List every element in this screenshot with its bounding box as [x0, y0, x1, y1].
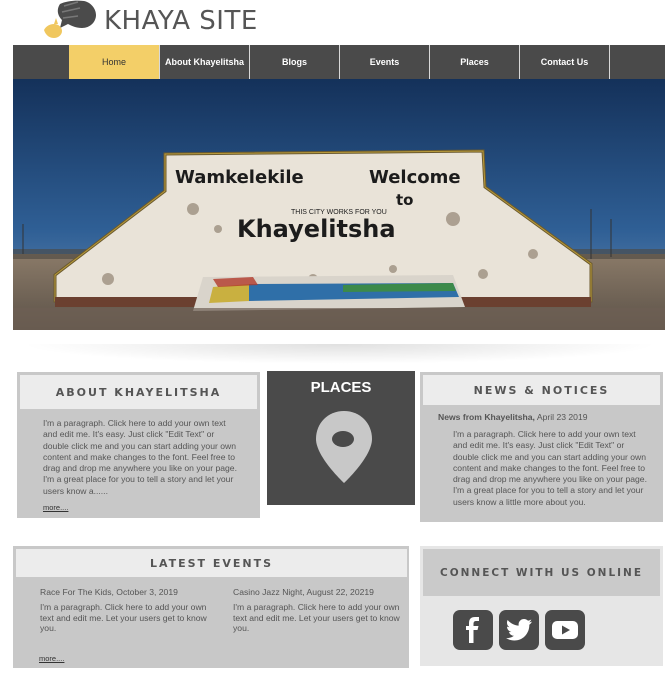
- news-card: NEWS & NOTICES News from Khayelitsha, Ap…: [420, 372, 663, 522]
- sign-text-main: Khayelitsha: [237, 215, 396, 243]
- events-heading: LATEST EVENTS: [16, 549, 407, 577]
- connect-card: CONNECT WITH US ONLINE: [420, 546, 663, 666]
- nav-item-home[interactable]: Home: [69, 45, 160, 79]
- sign-text-to: to: [396, 191, 413, 209]
- event-title: Casino Jazz Night, August 22, 20219: [233, 587, 374, 597]
- section-divider: [20, 344, 660, 364]
- news-source: News from Khayelitsha,: [438, 412, 535, 422]
- about-paragraph: I'm a paragraph. Click here to add your …: [43, 418, 237, 496]
- nav-item-blogs[interactable]: Blogs: [250, 45, 340, 79]
- event-item: Race For The Kids, October 3, 2019 I'm a…: [40, 587, 210, 634]
- connect-heading: CONNECT WITH US ONLINE: [423, 549, 660, 596]
- nav-item-events[interactable]: Events: [340, 45, 430, 79]
- about-heading: ABOUT KHAYELITSHA: [20, 375, 257, 409]
- events-card: LATEST EVENTS Race For The Kids, October…: [13, 546, 409, 668]
- sign-text-left: Wamkelekile: [175, 167, 304, 188]
- event-item: Casino Jazz Night, August 22, 20219 I'm …: [233, 587, 408, 634]
- facebook-link[interactable]: [453, 610, 493, 650]
- youtube-link[interactable]: [545, 610, 585, 650]
- nav-filler: [610, 45, 665, 79]
- facebook-icon: [466, 617, 479, 643]
- event-description: I'm a paragraph. Click here to add your …: [233, 602, 400, 633]
- nav-item-about[interactable]: About Khayelitsha: [160, 45, 250, 79]
- twitter-link[interactable]: [499, 610, 539, 650]
- map-pin-icon: [316, 411, 372, 483]
- site-logo[interactable]: KHAYA SITE: [40, 0, 280, 44]
- about-card: ABOUT KHAYELITSHA I'm a paragraph. Click…: [17, 372, 260, 518]
- news-byline: News from Khayelitsha, April 23 2019: [438, 412, 588, 422]
- site-title: KHAYA SITE: [104, 6, 258, 36]
- places-tile[interactable]: PLACES: [267, 371, 415, 505]
- nav-item-places[interactable]: Places: [430, 45, 520, 79]
- news-paragraph: I'm a paragraph. Click here to add your …: [453, 429, 647, 507]
- events-more-link[interactable]: more....: [39, 654, 64, 663]
- news-heading: NEWS & NOTICES: [423, 375, 660, 405]
- twitter-icon: [506, 619, 532, 641]
- welcome-sign-illustration: Wamkelekile Welcome to THIS CITY WORKS F…: [13, 79, 665, 330]
- social-links: [453, 610, 585, 650]
- event-title: Race For The Kids, October 3, 2019: [40, 587, 178, 597]
- sign-text-right: Welcome: [369, 167, 461, 188]
- hero-image: Wamkelekile Welcome to THIS CITY WORKS F…: [13, 79, 665, 330]
- hands-logo-icon: [44, 0, 96, 38]
- main-nav: Home About Khayelitsha Blogs Events Plac…: [13, 45, 665, 79]
- nav-item-contact[interactable]: Contact Us: [520, 45, 610, 79]
- event-description: I'm a paragraph. Click here to add your …: [40, 602, 207, 633]
- places-title: PLACES: [310, 379, 372, 396]
- youtube-icon: [552, 621, 578, 639]
- about-more-link[interactable]: more....: [43, 503, 68, 512]
- news-date: April 23 2019: [534, 412, 588, 422]
